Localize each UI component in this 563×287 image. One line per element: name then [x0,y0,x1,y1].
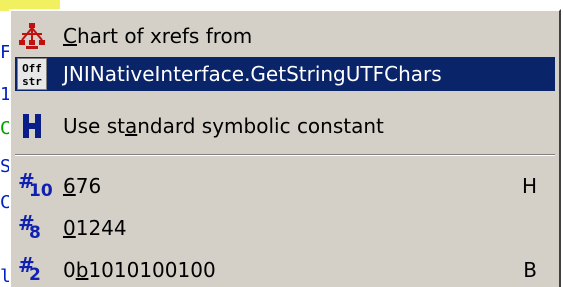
menu-separator [15,154,555,156]
menu-item-chart-xrefs-from[interactable]: Chart of xrefs from [15,19,555,53]
menu-item-label: JNINativeInterface.GetStringUTFChars [63,62,442,86]
menu-item-shortcut: B [523,258,537,282]
offstr-icon-line: str [22,75,42,88]
menu-item-label: 676 [63,174,102,198]
xref-chart-icon [15,19,49,53]
menu-item-binary[interactable]: #2 0b1010100100 B [15,253,555,287]
menu-item-decimal-676[interactable]: #10 676 H [15,169,555,203]
offset-struct-icon: Off str [15,57,49,91]
menu-item-label: 01244 [63,216,127,240]
menu-item-octal-01244[interactable]: #8 01244 [15,211,555,245]
context-menu: Chart of xrefs from Off str JNINativeInte… [9,9,561,287]
menu-item-label: Chart of xrefs from [63,24,253,48]
binary-radix-icon: #2 [18,253,41,285]
menu-item-label: Use standard symbolic constant [63,114,384,138]
symbolic-constant-icon [15,109,49,143]
menu-item-label: 0b1010100100 [63,258,216,282]
offstr-icon-line: Off [22,62,42,75]
decimal-radix-icon: #10 [18,169,53,201]
menu-item-standard-symbolic-constant[interactable]: Use standard symbolic constant [15,109,555,143]
menu-item-jni-getstringutfchars[interactable]: Off str JNINativeInterface.GetStringUTFCh… [15,57,555,91]
menu-item-shortcut: H [521,174,537,198]
octal-radix-icon: #8 [18,211,41,243]
